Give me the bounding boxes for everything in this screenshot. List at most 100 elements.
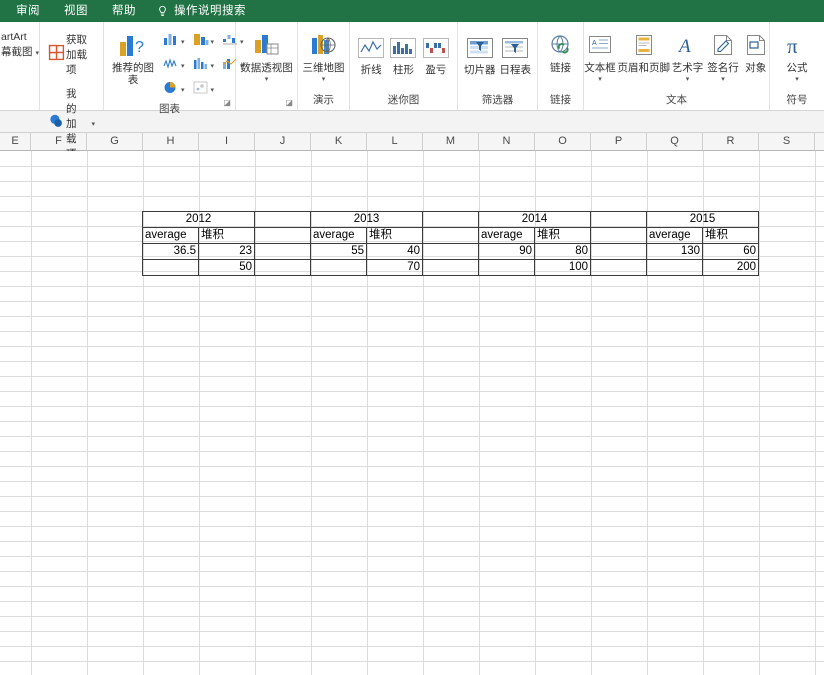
header-footer-button[interactable]: 页眉和页脚 bbox=[619, 29, 669, 75]
tab-help[interactable]: 帮助 bbox=[100, 0, 148, 22]
screenshot-icon-label[interactable]: 幕截图 bbox=[0, 45, 33, 60]
header-cell-average-2014[interactable]: average bbox=[479, 228, 535, 244]
header-footer-icon bbox=[631, 31, 657, 61]
header-cell-stack-2015[interactable]: 堆积 bbox=[703, 228, 759, 244]
3d-map-button[interactable]: 三维地图 ▾ bbox=[301, 29, 347, 83]
year-cell-2012[interactable]: 2012 bbox=[143, 212, 255, 228]
column-chart-button[interactable]: ▾ bbox=[161, 31, 187, 53]
value-cell-stack-2013-r2[interactable]: 70 bbox=[367, 260, 423, 276]
statistic-chart-button[interactable]: ▾ bbox=[191, 55, 217, 77]
tab-review[interactable]: 审阅 bbox=[4, 0, 52, 22]
pivotchart-dialog-launcher-icon[interactable]: ◪ bbox=[285, 98, 293, 107]
scatter-chart-button[interactable]: ▾ bbox=[161, 55, 187, 77]
value-cell-stack-2014-r1[interactable]: 80 bbox=[535, 244, 591, 260]
link-button[interactable]: 链接 bbox=[543, 29, 579, 74]
column-header-K[interactable]: K bbox=[311, 133, 367, 150]
value-cell-stack-2015-r2[interactable]: 200 bbox=[703, 260, 759, 276]
wordart-button[interactable]: A 艺术字 ▾ bbox=[671, 29, 705, 83]
column-header-P[interactable]: P bbox=[591, 133, 647, 150]
tell-me-search[interactable]: 操作说明搜索 bbox=[148, 0, 246, 22]
recommended-charts-label: 推荐的图表 bbox=[111, 63, 155, 86]
chevron-down-icon[interactable]: ▾ bbox=[181, 39, 185, 46]
column-header-O[interactable]: O bbox=[535, 133, 591, 150]
chevron-down-icon[interactable]: ▾ bbox=[181, 87, 185, 94]
value-cell-stack-2012-r2[interactable]: 50 bbox=[199, 260, 255, 276]
chevron-down-icon[interactable]: ▾ bbox=[91, 121, 95, 128]
value-cell-average-2012-r2[interactable] bbox=[143, 260, 199, 276]
header-cell-stack-2012[interactable]: 堆积 bbox=[199, 228, 255, 244]
chevron-down-icon[interactable]: ▾ bbox=[36, 50, 40, 57]
value-cell-average-2013-r2[interactable] bbox=[311, 260, 367, 276]
chevron-down-icon[interactable]: ▾ bbox=[211, 63, 215, 70]
tab-view[interactable]: 视图 bbox=[52, 0, 100, 22]
chevron-down-icon[interactable]: ▾ bbox=[322, 76, 326, 83]
chevron-down-icon[interactable]: ▾ bbox=[211, 87, 215, 94]
value-cell-stack-2014-r2[interactable]: 100 bbox=[535, 260, 591, 276]
header-cell-average-2015[interactable]: average bbox=[647, 228, 703, 244]
slicer-button[interactable]: 切片器 bbox=[463, 31, 497, 77]
year-cell-2015[interactable]: 2015 bbox=[647, 212, 759, 228]
value-cell-stack-2012-r1[interactable]: 23 bbox=[199, 244, 255, 260]
column-header-I[interactable]: I bbox=[199, 133, 255, 150]
sparkline-column-icon bbox=[389, 33, 417, 63]
value-cell-average-2014-r1[interactable]: 90 bbox=[479, 244, 535, 260]
value-cell-average-2013-r1[interactable]: 55 bbox=[311, 244, 367, 260]
value-cell-average-2012-r1[interactable]: 36.5 bbox=[143, 244, 199, 260]
column-header-M[interactable]: M bbox=[423, 133, 479, 150]
spreadsheet-grid[interactable]: 2012 2013 2014 2015 average 堆积 average 堆… bbox=[0, 151, 824, 675]
sparkline-column-label: 柱形 bbox=[393, 65, 414, 77]
chevron-down-icon[interactable]: ▾ bbox=[181, 63, 185, 70]
chevron-down-icon[interactable]: ▾ bbox=[598, 76, 602, 83]
header-cell-average-2013[interactable]: average bbox=[311, 228, 367, 244]
pie-chart-button[interactable]: ▾ bbox=[161, 79, 187, 101]
pivotchart-button[interactable]: 数据透视图 ▾ bbox=[239, 29, 294, 83]
object-button[interactable]: 对象 bbox=[742, 29, 770, 75]
timeline-button[interactable]: 日程表 bbox=[499, 31, 533, 77]
chevron-down-icon[interactable]: ▾ bbox=[211, 39, 215, 46]
grid-hline bbox=[0, 601, 824, 602]
value-cell-average-2015-r2[interactable] bbox=[647, 260, 703, 276]
header-cell-stack-2014[interactable]: 堆积 bbox=[535, 228, 591, 244]
smartart-icon-label[interactable]: artArt bbox=[0, 30, 39, 45]
grid-hline bbox=[0, 406, 824, 407]
column-header-E[interactable]: E bbox=[0, 133, 31, 150]
column-header-H[interactable]: H bbox=[143, 133, 199, 150]
sparkline-winloss-button[interactable]: 盈亏 bbox=[421, 31, 451, 77]
column-header-Q[interactable]: Q bbox=[647, 133, 703, 150]
value-cell-stack-2013-r1[interactable]: 40 bbox=[367, 244, 423, 260]
hierarchy-chart-button[interactable]: ▾ bbox=[191, 31, 217, 53]
column-header-J[interactable]: J bbox=[255, 133, 311, 150]
sparkline-line-button[interactable]: 折线 bbox=[356, 31, 386, 77]
value-cell-stack-2015-r1[interactable]: 60 bbox=[703, 244, 759, 260]
sparkline-column-button[interactable]: 柱形 bbox=[388, 31, 418, 77]
recommended-charts-button[interactable]: ? 推荐的图表 bbox=[110, 29, 156, 86]
column-header-L[interactable]: L bbox=[367, 133, 423, 150]
data-table[interactable]: 2012 2013 2014 2015 average 堆积 average 堆… bbox=[142, 211, 759, 276]
grid-hline bbox=[0, 661, 824, 662]
ribbon-group-text-label: 文本 bbox=[590, 92, 763, 110]
grid-hline bbox=[0, 376, 824, 377]
chevron-down-icon[interactable]: ▾ bbox=[265, 76, 269, 83]
year-cell-2013[interactable]: 2013 bbox=[311, 212, 423, 228]
grid-vline bbox=[815, 151, 816, 675]
column-header-S[interactable]: S bbox=[759, 133, 815, 150]
slicer-icon bbox=[466, 33, 494, 63]
header-cell-average-2012[interactable]: average bbox=[143, 228, 199, 244]
chevron-down-icon[interactable]: ▾ bbox=[795, 76, 799, 83]
value-cell-average-2015-r1[interactable]: 130 bbox=[647, 244, 703, 260]
map-chart-button[interactable]: ▾ bbox=[191, 79, 217, 101]
value-cell-average-2014-r2[interactable] bbox=[479, 260, 535, 276]
column-header-R[interactable]: R bbox=[703, 133, 759, 150]
column-header-N[interactable]: N bbox=[479, 133, 535, 150]
charts-dialog-launcher-icon[interactable]: ◪ bbox=[223, 98, 231, 107]
year-cell-2014[interactable]: 2014 bbox=[479, 212, 591, 228]
chevron-down-icon[interactable]: ▾ bbox=[686, 76, 690, 83]
textbox-button[interactable]: A 文本框 ▾ bbox=[583, 29, 617, 83]
equation-pi-icon: π bbox=[783, 31, 811, 61]
get-addins-button[interactable]: 获取加载项 bbox=[46, 31, 97, 78]
signature-line-button[interactable]: 签名行 ▾ bbox=[706, 29, 740, 83]
equation-button[interactable]: π 公式 ▾ bbox=[776, 29, 818, 83]
textbox-label: 文本框 bbox=[584, 63, 616, 75]
chevron-down-icon[interactable]: ▾ bbox=[721, 76, 725, 83]
header-cell-stack-2013[interactable]: 堆积 bbox=[367, 228, 423, 244]
